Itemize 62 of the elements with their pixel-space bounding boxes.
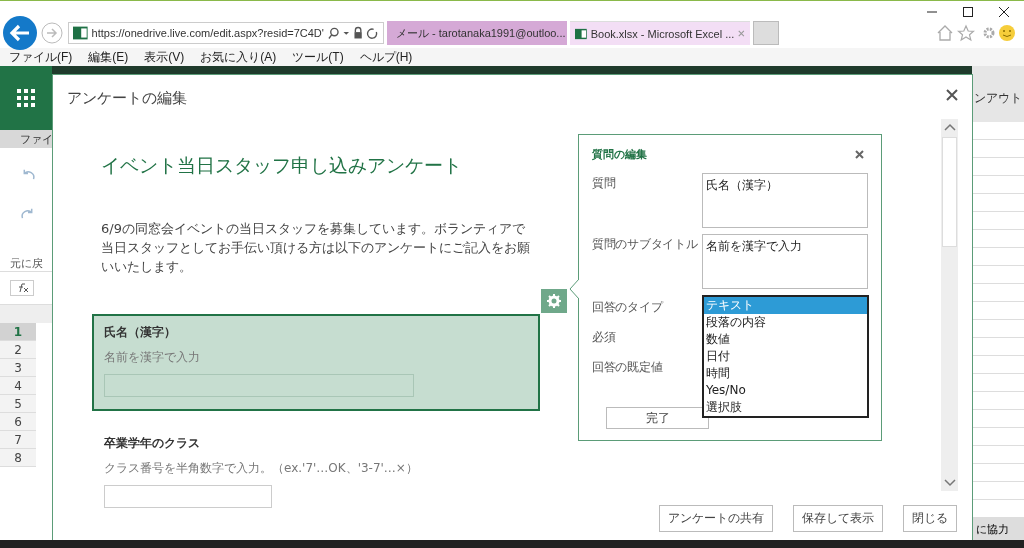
dropdown-option[interactable]: 時間 — [704, 365, 867, 382]
dialog-button[interactable]: 保存して表示 — [793, 505, 883, 532]
spreadsheet-icon — [73, 26, 88, 40]
field-label: 必須 — [592, 329, 617, 346]
address-text: https://onedrive.live.com/edit.aspx?resid=7C4D' — [91, 27, 324, 39]
menu-item[interactable]: ヘルプ(H) — [359, 48, 413, 66]
dialog-title: アンケートの編集 — [67, 89, 187, 108]
menu-item[interactable]: 表示(V) — [144, 48, 185, 66]
row-header[interactable]: 7 — [0, 431, 36, 449]
row-header[interactable]: 4 — [0, 377, 36, 395]
text-area[interactable]: 名前を漢字で入力 — [702, 234, 868, 289]
survey-description: 6/9の同窓会イベントの当日スタッフを募集しています。ボランティアで当日スタッフとしてお手伝い頂ける方は以下のアンケートにご記入をお願いいたします。 — [101, 220, 531, 276]
function-icon[interactable] — [10, 280, 34, 296]
row-header[interactable]: 2 — [0, 341, 36, 359]
spreadsheet-icon — [575, 26, 587, 41]
dropdown-option[interactable]: 数値 — [704, 331, 867, 348]
question-hint: 名前を漢字で入力 — [104, 349, 201, 366]
row-header[interactable]: 3 — [0, 359, 36, 377]
ribbon-group-label: 元に戻 — [10, 256, 43, 271]
field-label: 質問のサブタイトル — [592, 236, 699, 253]
address-tools-icon[interactable] — [327, 26, 379, 40]
row-header[interactable]: 5 — [0, 395, 36, 413]
dropdown-option[interactable]: 段落の内容 — [704, 314, 867, 331]
question-hint: クラス番号を半角数字で入力。（ex.'7'…OK、'3-7'…×） — [104, 460, 419, 477]
back-button[interactable] — [2, 15, 38, 51]
menu-item[interactable]: ファイル(F) — [9, 48, 73, 66]
browser-tab[interactable]: Book.xlsx - Microsoft Excel ... — [570, 21, 750, 45]
answer-field[interactable] — [104, 374, 414, 397]
field-label: 回答の既定値 — [592, 359, 664, 376]
close-icon[interactable] — [946, 89, 958, 101]
address-bar[interactable]: https://onedrive.live.com/edit.aspx?resid=7C4D' — [68, 22, 384, 44]
answer-field[interactable] — [104, 485, 272, 508]
row-header[interactable]: 8 — [0, 449, 36, 467]
browser-tab[interactable]: メール - tarotanaka1991@outloo... — [387, 21, 567, 45]
dropdown-list[interactable]: テキスト 段落の内容 数値 日付 時間 Yes/No 選択肢 — [702, 295, 869, 418]
forward-button[interactable] — [41, 22, 63, 44]
maximize-icon[interactable] — [962, 6, 974, 18]
field-label: 質問 — [592, 175, 617, 192]
dialog-button[interactable]: 閉じる — [903, 505, 957, 532]
footer-text: に協力 — [976, 521, 1009, 537]
survey-title: イベント当日スタッフ申し込みアンケート — [101, 153, 463, 178]
row-header[interactable]: 6 — [0, 413, 36, 431]
field-label: 回答のタイプ — [592, 299, 664, 316]
toolbar-icons[interactable] — [936, 24, 1016, 42]
close-tab-icon[interactable] — [738, 29, 745, 38]
scrollbar[interactable] — [941, 119, 958, 491]
app-launcher-icon[interactable] — [17, 89, 35, 107]
scroll-up-icon[interactable] — [943, 123, 956, 131]
row-header[interactable]: 1 — [0, 323, 36, 341]
scroll-down-icon[interactable] — [943, 479, 956, 487]
settings-button[interactable] — [541, 289, 567, 313]
dialog-button[interactable]: アンケートの共有 — [659, 505, 773, 532]
question-label: 卒業学年のクラス — [104, 435, 201, 452]
menu-item[interactable]: ツール(T) — [292, 48, 344, 66]
panel-title: 質問の編集 — [592, 146, 647, 162]
text-area[interactable]: 氏名（漢字） — [702, 173, 868, 228]
close-icon[interactable] — [998, 6, 1010, 18]
menu-item[interactable]: お気に入り(A) — [200, 48, 277, 66]
dropdown-option[interactable]: Yes/No — [704, 382, 867, 399]
question-label: 氏名（漢字） — [104, 324, 177, 341]
menu-item[interactable]: 編集(E) — [88, 48, 129, 66]
dropdown-option[interactable]: 日付 — [704, 348, 867, 365]
